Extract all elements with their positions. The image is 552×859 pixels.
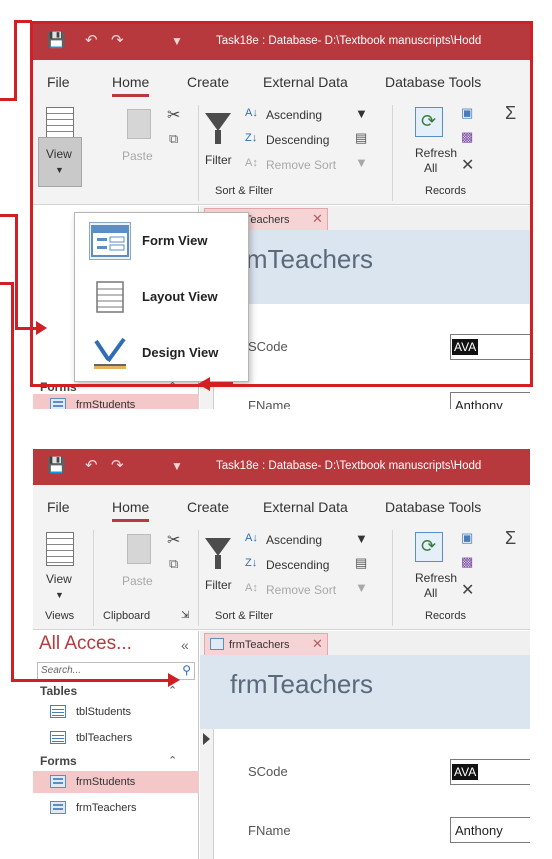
callout-arrowhead — [168, 673, 180, 687]
group-label-records: Records — [425, 610, 466, 622]
tab-external-data[interactable]: External Data — [263, 499, 348, 515]
group-label-views: Views — [45, 610, 75, 622]
new-record-icon[interactable]: ▣ — [461, 530, 473, 546]
remove-sort-button[interactable]: Remove Sort — [266, 583, 336, 597]
customize-quick-access-icon[interactable]: ▼ — [171, 458, 183, 474]
refresh-button[interactable]: Refresh — [415, 571, 457, 585]
doc-tab-frmteachers[interactable]: frmTeachers ✕ — [204, 633, 328, 655]
callout-connector — [11, 282, 14, 682]
selection-filter-icon[interactable]: ▼ — [355, 531, 368, 546]
field-label-scode: SCode — [248, 764, 288, 779]
field-label-fname: FName — [248, 398, 291, 409]
nav-item-tblteachers[interactable]: tblTeachers — [33, 727, 199, 749]
tab-database-tools[interactable]: Database Tools — [385, 499, 481, 515]
callout-connector — [14, 20, 17, 101]
callout-arrowhead — [36, 321, 47, 335]
form-title: frmTeachers — [230, 669, 374, 699]
form-header: frmTeachers — [200, 655, 530, 729]
cut-icon[interactable]: ✂ — [167, 530, 180, 550]
form-icon — [210, 638, 224, 650]
nav-item-frmstudents[interactable]: frmStudents — [33, 771, 199, 793]
remove-sort-icon: A↕ — [245, 582, 258, 594]
ribbon-tabs: File Home Create External Data Database … — [33, 485, 530, 522]
toggle-filter-icon[interactable]: ▼ — [355, 580, 368, 595]
filter-icon-stem — [215, 555, 221, 569]
nav-item-frmteachers[interactable]: frmTeachers — [33, 797, 199, 819]
form-icon — [50, 398, 66, 409]
access-window-normal-state: 💾 ↶ ↷ ▼ Task18e : Database- D:\Textbook … — [33, 449, 530, 859]
group-label-clipboard: Clipboard — [103, 610, 151, 622]
navigation-pane: All Acces... « Search... ⚲ Tables ⌃ tblSt… — [33, 631, 199, 859]
group-separator — [392, 530, 393, 626]
table-icon — [50, 731, 66, 744]
callout-frame — [30, 21, 533, 387]
paste-icon — [127, 534, 151, 564]
tab-create[interactable]: Create — [187, 499, 229, 515]
filter-icon — [205, 538, 231, 556]
nav-group-tables[interactable]: Tables ⌃ — [40, 684, 177, 698]
refresh-arrows-icon: ⟳ — [421, 536, 437, 556]
view-icon — [46, 532, 74, 566]
sort-descending-icon: Z↓ — [245, 557, 258, 569]
search-icon[interactable]: ⚲ — [182, 663, 191, 677]
form-body: SCode AVA FName Anthony — [200, 729, 530, 859]
table-icon — [50, 705, 66, 718]
group-label-sort-filter: Sort & Filter — [215, 610, 274, 622]
ribbon: View ▼ Paste ✂ ⧉ Filter A↓ Ascending Z↓ … — [33, 522, 530, 630]
callout-connector — [14, 20, 32, 23]
ascending-button[interactable]: Ascending — [266, 533, 322, 547]
totals-icon[interactable]: Σ — [505, 528, 516, 549]
tab-home[interactable]: Home — [112, 499, 150, 522]
window-title: Task18e : Database- D:\Textbook manuscri… — [216, 460, 482, 472]
paste-button[interactable]: Paste — [122, 574, 153, 588]
advanced-filter-icon[interactable]: ▤ — [355, 555, 367, 571]
view-dropdown-chevron-icon[interactable]: ▼ — [55, 590, 64, 600]
callout-connector — [11, 679, 171, 682]
form-icon — [50, 775, 66, 788]
collapse-nav-pane-icon[interactable]: « — [181, 637, 189, 653]
document-area: frmTeachers ✕ frmTeachers SCode AVA FNam… — [200, 631, 530, 859]
redo-icon[interactable]: ↷ — [111, 458, 124, 474]
field-input-fname[interactable]: Anthony — [450, 392, 530, 409]
sort-ascending-icon: A↓ — [245, 532, 258, 544]
descending-button[interactable]: Descending — [266, 558, 329, 572]
view-button[interactable]: View — [46, 572, 72, 586]
callout-connector — [15, 214, 18, 330]
field-label-fname: FName — [248, 823, 291, 838]
delete-record-icon[interactable]: ✕ — [461, 580, 474, 600]
filter-button[interactable]: Filter — [205, 578, 232, 592]
nav-pane-header[interactable]: All Acces... — [39, 633, 132, 655]
group-separator — [198, 530, 199, 626]
field-input-fname[interactable]: Anthony — [450, 817, 530, 843]
collapse-chevron-icon[interactable]: ⌃ — [168, 754, 177, 767]
undo-icon[interactable]: ↶ — [85, 458, 98, 474]
field-input-scode[interactable]: AVA — [450, 759, 530, 785]
callout-connector — [208, 382, 233, 385]
nav-item-tblstudents[interactable]: tblStudents — [33, 701, 199, 723]
nav-item-frmstudents[interactable]: frmStudents — [33, 394, 199, 409]
save-icon[interactable]: 💾 — [47, 458, 66, 474]
tab-file[interactable]: File — [47, 499, 70, 515]
nav-group-forms[interactable]: Forms ⌃ — [40, 754, 177, 768]
copy-icon[interactable]: ⧉ — [169, 556, 178, 572]
close-tab-icon[interactable]: ✕ — [312, 636, 323, 652]
clipboard-launcher-icon[interactable]: ⇲ — [181, 610, 189, 621]
title-bar: 💾 ↶ ↷ ▼ Task18e : Database- D:\Textbook … — [33, 449, 530, 485]
form-icon — [50, 801, 66, 814]
record-selector[interactable] — [200, 729, 214, 859]
current-record-arrow-icon — [203, 733, 210, 745]
refresh-all-label: All — [424, 586, 438, 600]
group-separator — [93, 530, 94, 626]
save-record-icon[interactable]: ▩ — [461, 554, 473, 570]
